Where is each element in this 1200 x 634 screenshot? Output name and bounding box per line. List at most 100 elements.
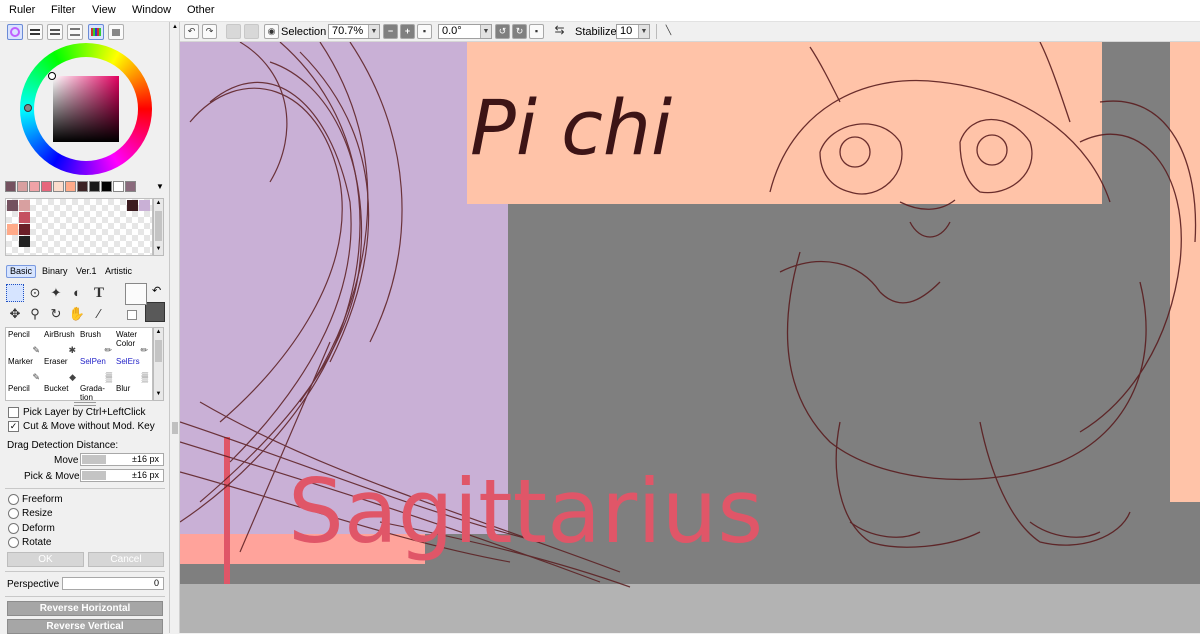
- cut-move-checkbox[interactable]: ✓: [8, 421, 19, 432]
- splitter-handle[interactable]: [74, 402, 96, 406]
- brush-slot[interactable]: Blur •: [116, 384, 150, 400]
- swatch-grid[interactable]: [5, 198, 153, 256]
- tab-basic[interactable]: Basic: [6, 265, 37, 278]
- brush-slot[interactable]: SelErs ▒: [116, 357, 150, 383]
- tab-binary[interactable]: Binary: [38, 265, 72, 278]
- brush-slot[interactable]: Marker ✎: [8, 357, 42, 383]
- menu-bar: Ruler Filter View Window Other: [0, 0, 1200, 22]
- color-swatch[interactable]: [53, 181, 64, 192]
- eyedropper-icon[interactable]: ⁄: [90, 305, 108, 323]
- recent-colors: [5, 181, 153, 194]
- color-swatch[interactable]: [5, 181, 16, 192]
- menu-window[interactable]: Window: [132, 4, 171, 16]
- transparent-color-icon[interactable]: [127, 310, 137, 320]
- brush-slot[interactable]: Water Color ✏: [116, 330, 150, 356]
- magic-wand-icon[interactable]: ✦: [47, 284, 65, 302]
- lasso-icon[interactable]: ⊙: [26, 284, 44, 302]
- color-swatch[interactable]: [125, 181, 136, 192]
- rotation-select[interactable]: 0.0° ▼: [438, 24, 492, 39]
- rotate-icon[interactable]: ↻: [47, 305, 65, 323]
- move-icon[interactable]: ✥: [6, 305, 24, 323]
- redo-icon[interactable]: ↷: [202, 24, 217, 39]
- color-swatch[interactable]: [77, 181, 88, 192]
- color-swatch[interactable]: [101, 181, 112, 192]
- swatch-scrollbar[interactable]: ▲ ▼: [153, 198, 164, 256]
- text-tool-icon[interactable]: T: [90, 284, 108, 302]
- brush-scrollbar[interactable]: ▲ ▼: [153, 327, 164, 401]
- rect-select-icon[interactable]: [6, 284, 24, 302]
- reverse-horizontal-button[interactable]: Reverse Horizontal: [7, 601, 163, 616]
- stabilizer-select[interactable]: 10 ▼: [616, 24, 650, 39]
- color-marker-icon[interactable]: [48, 72, 56, 80]
- line-tool-icon[interactable]: ╲: [661, 24, 676, 39]
- reverse-vertical-button[interactable]: Reverse Vertical: [7, 619, 163, 634]
- perspective-slider[interactable]: 0: [62, 577, 164, 590]
- color-wheel[interactable]: [20, 43, 152, 175]
- menu-ruler[interactable]: Ruler: [9, 4, 35, 16]
- tab-ver1[interactable]: Ver.1: [72, 265, 101, 278]
- scratchpad-button[interactable]: [108, 24, 124, 40]
- rotate-reset-icon[interactable]: ▪: [529, 24, 544, 39]
- resize-radio[interactable]: [8, 508, 19, 519]
- zoom-reset-icon[interactable]: ▪: [417, 24, 432, 39]
- brush-slot[interactable]: Grada-tion▄: [80, 384, 114, 401]
- color-swatch[interactable]: [17, 181, 28, 192]
- object-select-icon[interactable]: ◐: [68, 284, 86, 302]
- hand-icon[interactable]: ✋: [68, 305, 86, 323]
- zoom-out-icon[interactable]: −: [383, 24, 398, 39]
- rotate-left-icon[interactable]: ↺: [495, 24, 510, 39]
- brush-slot[interactable]: Brush ✏: [80, 330, 114, 356]
- deform-radio[interactable]: [8, 523, 19, 534]
- rotate-right-icon[interactable]: ↻: [512, 24, 527, 39]
- divider: [5, 596, 165, 597]
- saturation-value-square[interactable]: [53, 76, 119, 142]
- background-color-box[interactable]: [145, 302, 165, 322]
- swap-colors-icon[interactable]: ↶: [152, 284, 161, 297]
- color-swatch[interactable]: [29, 181, 40, 192]
- pick-move-distance-slider[interactable]: ±16 px: [80, 469, 164, 482]
- palette-menu-icon[interactable]: ▼: [156, 182, 164, 191]
- freeform-radio[interactable]: [8, 494, 19, 505]
- artwork-canvas[interactable]: Pi chi Sagittarius: [180, 42, 1200, 633]
- deselect-button[interactable]: [226, 24, 241, 39]
- flip-icon[interactable]: ⇆: [552, 24, 567, 39]
- tab-artistic[interactable]: Artistic: [101, 265, 136, 278]
- zoom-in-icon[interactable]: +: [400, 24, 415, 39]
- deform-label: Deform: [22, 523, 55, 534]
- color-swatch[interactable]: [41, 181, 52, 192]
- undo-icon[interactable]: ↶: [184, 24, 199, 39]
- color-swatch[interactable]: [65, 181, 76, 192]
- color-swatch[interactable]: [89, 181, 100, 192]
- eye-icon[interactable]: ◉: [264, 24, 279, 39]
- brush-slot[interactable]: SelPen ▒: [80, 357, 114, 383]
- pick-layer-checkbox[interactable]: [8, 407, 19, 418]
- resize-label: Resize: [22, 508, 53, 519]
- brush-slot[interactable]: Bucket ◆: [44, 384, 78, 400]
- cut-move-label: Cut & Move without Mod. Key: [23, 421, 155, 432]
- move-distance-slider[interactable]: ±16 px: [80, 453, 164, 466]
- invert-selection-button[interactable]: [244, 24, 259, 39]
- menu-filter[interactable]: Filter: [51, 4, 75, 16]
- color-swatch[interactable]: [113, 181, 124, 192]
- foreground-color-box[interactable]: [125, 283, 147, 305]
- gradation-icon: ▄: [106, 400, 112, 401]
- rotate-radio[interactable]: [8, 537, 19, 548]
- swatch-mode-button[interactable]: [88, 24, 104, 40]
- cancel-button[interactable]: Cancel: [88, 552, 164, 567]
- ok-button[interactable]: OK: [7, 552, 84, 567]
- menu-other[interactable]: Other: [187, 4, 215, 16]
- intermediate-color-button[interactable]: [67, 24, 83, 40]
- brush-slot[interactable]: AirBrush ✱: [44, 330, 78, 356]
- zoom-select[interactable]: 70.7% ▼: [328, 24, 380, 39]
- hsv-slider-mode-button[interactable]: [47, 24, 63, 40]
- brush-slot[interactable]: Pencil✎: [8, 330, 42, 356]
- brush-slot[interactable]: Eraser ◆: [44, 357, 78, 383]
- zoom-icon[interactable]: ⚲: [26, 305, 44, 323]
- panel-scrollbar[interactable]: ▲: [171, 22, 180, 633]
- rgb-slider-mode-button[interactable]: [27, 24, 43, 40]
- menu-view[interactable]: View: [92, 4, 116, 16]
- brush-slot[interactable]: Pencil✎: [8, 384, 42, 400]
- color-wheel-mode-button[interactable]: [7, 24, 23, 40]
- canvas-area[interactable]: Pi chi Sagittarius: [180, 42, 1200, 633]
- hue-marker-icon[interactable]: [24, 104, 32, 112]
